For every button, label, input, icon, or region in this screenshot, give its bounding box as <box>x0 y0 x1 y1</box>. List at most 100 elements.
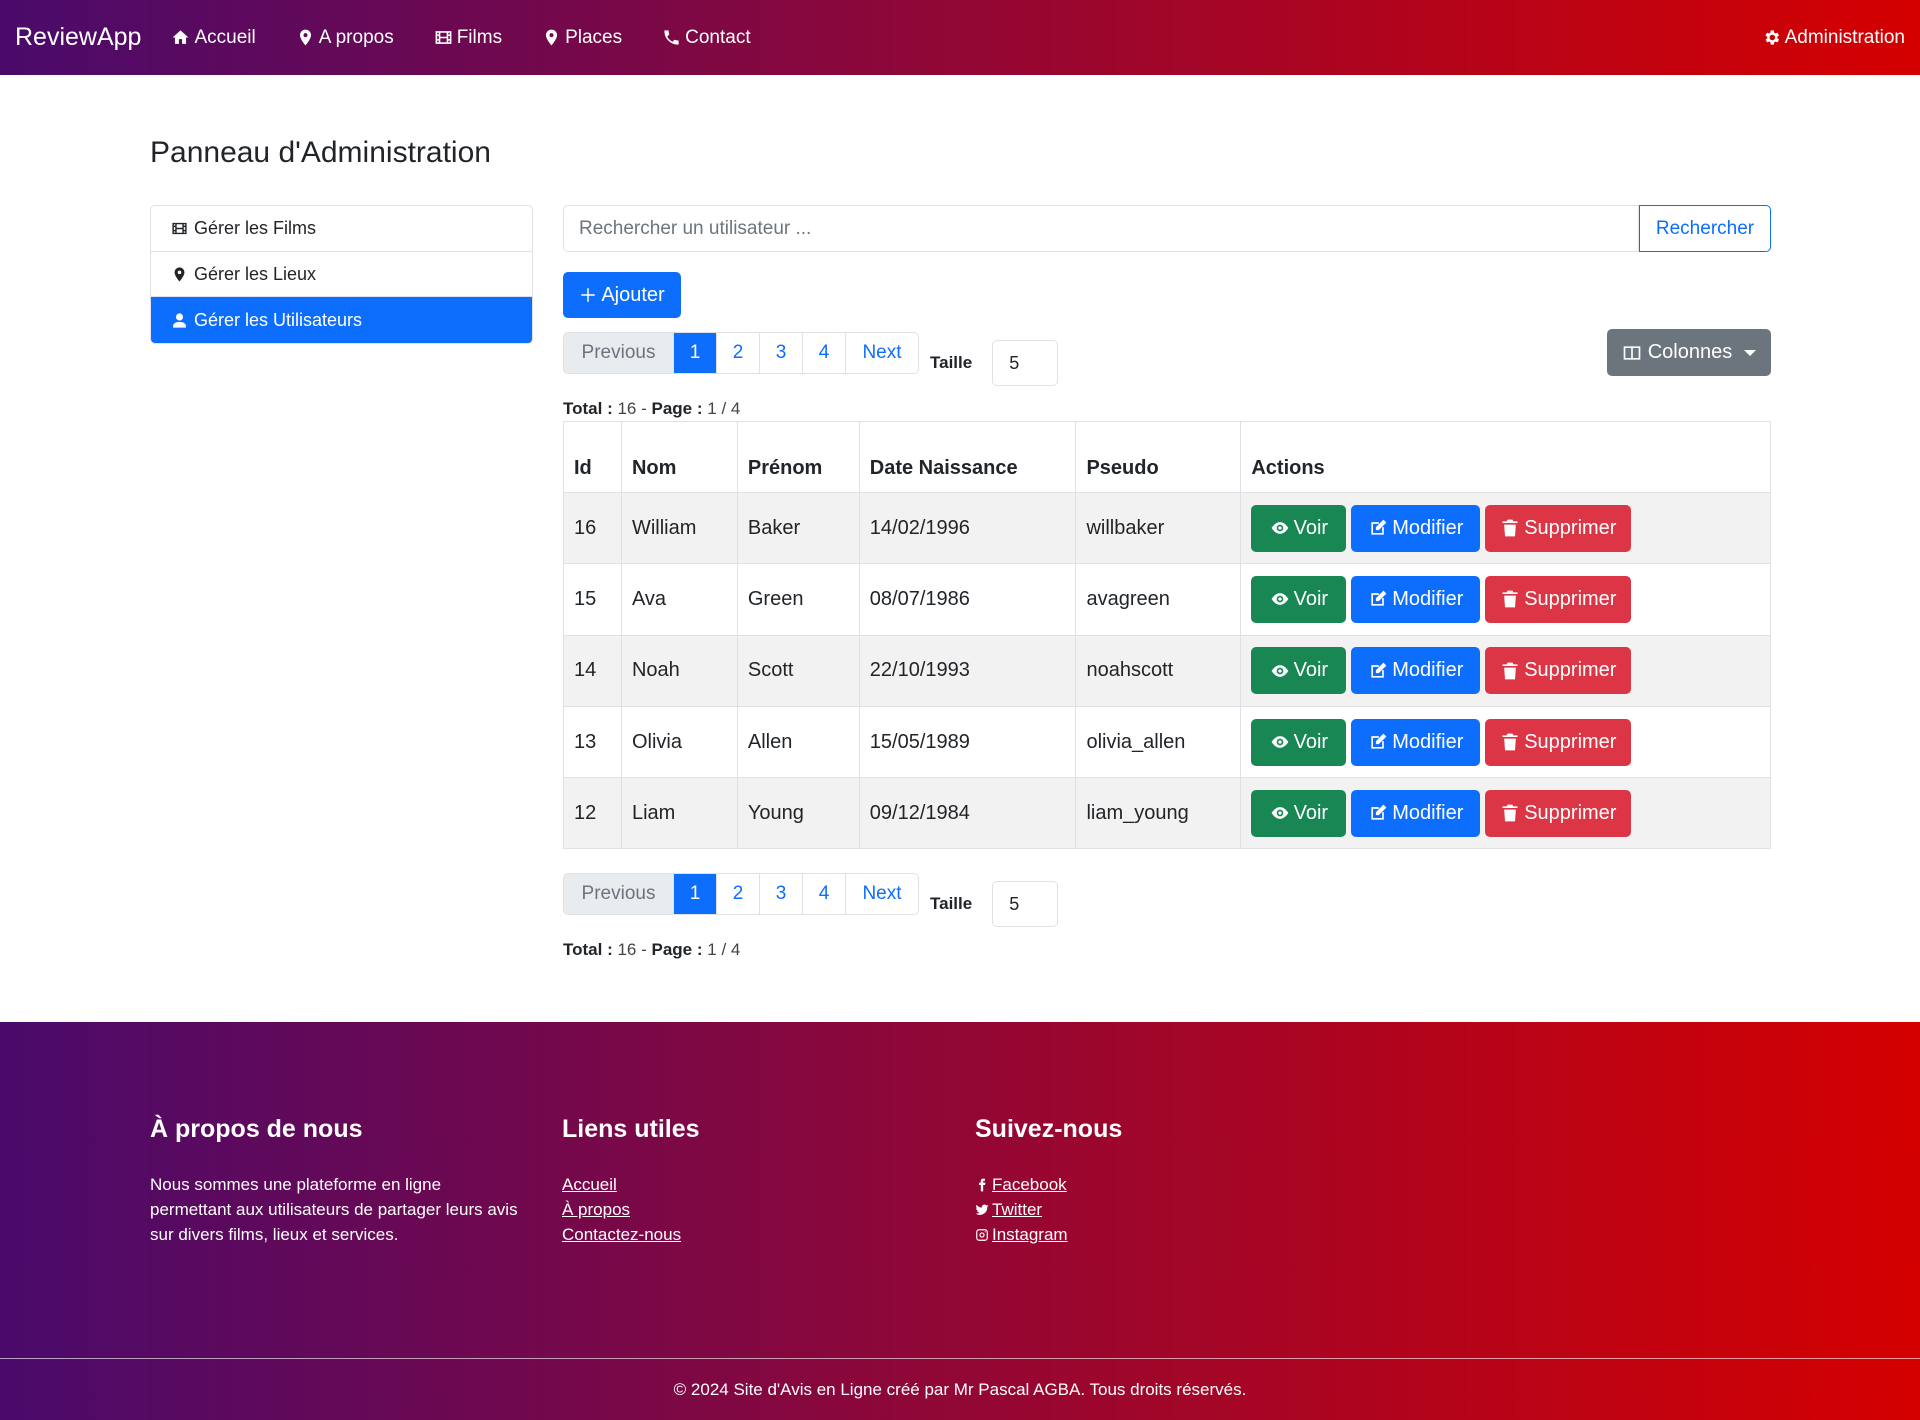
view-button[interactable]: Voir <box>1251 647 1347 695</box>
edit-button[interactable]: Modifier <box>1351 718 1481 766</box>
nav-contact[interactable]: Contact <box>662 26 751 49</box>
cell-prenom: Green <box>736 563 860 636</box>
cell-actions: Voir Modifier Supprimer <box>1240 705 1771 779</box>
delete-button-label: Supprimer <box>1524 659 1617 682</box>
view-button[interactable]: Voir <box>1251 789 1347 837</box>
pagination-page-1[interactable]: 1 <box>674 874 717 914</box>
trash-icon <box>1502 733 1518 751</box>
sidebar-item-label: Gérer les Films <box>194 217 317 238</box>
columns-dropdown-button[interactable]: Colonnes <box>1607 329 1771 376</box>
nav-a-propos[interactable]: A propos <box>296 27 394 49</box>
facebook-icon <box>979 1178 986 1191</box>
view-button[interactable]: Voir <box>1251 718 1347 766</box>
footer-link-contact[interactable]: Contactez-nous <box>562 1222 700 1247</box>
nav-administration[interactable]: Administration <box>1762 27 1905 49</box>
map-marker-icon <box>546 29 558 46</box>
edit-button[interactable]: Modifier <box>1351 575 1481 623</box>
edit-button-label: Modifier <box>1392 516 1464 539</box>
facebook-label: Facebook <box>992 1175 1067 1194</box>
table-row: 12 Liam Young 09/12/1984 liam_young Voir… <box>563 777 1771 850</box>
search-input[interactable] <box>563 205 1639 252</box>
delete-button[interactable]: Supprimer <box>1485 504 1632 552</box>
trash-icon <box>1502 804 1518 822</box>
instagram-label: Instagram <box>992 1225 1068 1244</box>
pagination-previous[interactable]: Previous <box>564 333 674 373</box>
pagination-page-2[interactable]: 2 <box>717 874 760 914</box>
nav-films-label: Films <box>456 26 503 48</box>
site-footer: À propos de nous Nous sommes une platefo… <box>0 1022 1920 1420</box>
trash-icon <box>1502 591 1518 608</box>
footer-link-twitter[interactable]: Twitter <box>975 1197 1122 1222</box>
sidebar-item-lieux[interactable]: Gérer les Lieux <box>151 252 532 298</box>
edit-button[interactable]: Modifier <box>1351 647 1481 695</box>
cell-nom: William <box>620 491 738 565</box>
nav-places[interactable]: Places <box>542 27 622 49</box>
cell-pseudo: willbaker <box>1075 491 1242 565</box>
footer-social: Suivez-nous Facebook Twitter Instagram <box>975 1115 1122 1247</box>
edit-button[interactable]: Modifier <box>1351 789 1481 837</box>
pagination-page-1[interactable]: 1 <box>674 333 717 373</box>
pagination-page-4[interactable]: 4 <box>803 333 846 373</box>
view-button-label: Voir <box>1293 587 1329 610</box>
eye-icon <box>1271 522 1288 534</box>
table-header-row: Id Nom Prénom Date Naissance Pseudo Acti… <box>563 421 1771 493</box>
pagination: Previous 1 2 3 4 Next <box>563 873 919 915</box>
cell-id: 16 <box>563 491 622 565</box>
cell-date: 08/07/1986 <box>858 563 1077 636</box>
delete-button-label: Supprimer <box>1524 516 1617 539</box>
brand-logo[interactable]: ReviewApp <box>15 23 141 52</box>
sidebar-item-films[interactable]: Gérer les Films <box>151 206 532 252</box>
cell-pseudo: avagreen <box>1075 563 1242 636</box>
pagination-next[interactable]: Next <box>846 333 918 373</box>
nav-accueil[interactable]: Accueil <box>171 27 256 49</box>
twitter-icon <box>975 1204 989 1215</box>
page-size-input[interactable]: 5 <box>992 881 1059 927</box>
cell-id: 12 <box>563 777 622 850</box>
page-size-input[interactable]: 5 <box>992 340 1059 386</box>
pagination-page-3[interactable]: 3 <box>760 333 803 373</box>
pagination-page-4[interactable]: 4 <box>803 874 846 914</box>
pagination: Previous 1 2 3 4 Next <box>563 332 919 374</box>
view-button-label: Voir <box>1293 516 1329 539</box>
edit-button[interactable]: Modifier <box>1351 504 1481 552</box>
film-icon <box>172 222 187 235</box>
footer-link-accueil[interactable]: Accueil <box>562 1172 700 1197</box>
footer-links-title: Liens utiles <box>562 1115 700 1143</box>
cell-actions: Voir Modifier Supprimer <box>1240 634 1771 707</box>
total-label: Total : <box>563 940 613 959</box>
gear-icon <box>1765 30 1779 45</box>
edit-button-label: Modifier <box>1392 659 1464 682</box>
cell-date: 22/10/1993 <box>858 634 1077 707</box>
pagination-previous[interactable]: Previous <box>564 874 674 914</box>
cell-date: 15/05/1989 <box>858 705 1077 779</box>
users-table: Id Nom Prénom Date Naissance Pseudo Acti… <box>563 421 1771 850</box>
delete-button[interactable]: Supprimer <box>1485 647 1632 695</box>
search-button[interactable]: Rechercher <box>1639 205 1771 252</box>
cell-actions: Voir Modifier Supprimer <box>1240 563 1771 636</box>
view-button[interactable]: Voir <box>1251 575 1347 623</box>
edit-icon <box>1371 591 1387 607</box>
footer-link-a-propos[interactable]: À propos <box>562 1197 700 1222</box>
footer-link-instagram[interactable]: Instagram <box>975 1222 1122 1247</box>
delete-button[interactable]: Supprimer <box>1485 718 1632 766</box>
film-icon <box>435 31 452 44</box>
trash-icon <box>1502 662 1518 680</box>
page-value: 1 / 4 <box>707 399 741 418</box>
total-summary-bottom: Total : 16 - Page : 1 / 4 <box>563 940 741 959</box>
delete-button[interactable]: Supprimer <box>1485 789 1632 837</box>
nav-contact-label: Contact <box>685 26 751 48</box>
pagination-next[interactable]: Next <box>846 874 918 914</box>
cell-prenom: Baker <box>736 491 860 565</box>
delete-button[interactable]: Supprimer <box>1485 575 1632 623</box>
page-title: Panneau d'Administration <box>150 136 491 169</box>
cell-id: 13 <box>563 705 622 779</box>
view-button[interactable]: Voir <box>1251 504 1347 552</box>
nav-films[interactable]: Films <box>434 27 502 49</box>
pagination-bottom: Previous 1 2 3 4 Next Taille 5 <box>563 873 1059 927</box>
pagination-page-3[interactable]: 3 <box>760 874 803 914</box>
cell-nom: Liam <box>620 777 738 850</box>
sidebar-item-utilisateurs[interactable]: Gérer les Utilisateurs <box>151 297 532 344</box>
add-user-button[interactable]: Ajouter <box>563 272 681 318</box>
pagination-page-2[interactable]: 2 <box>717 333 760 373</box>
footer-link-facebook[interactable]: Facebook <box>975 1172 1122 1197</box>
